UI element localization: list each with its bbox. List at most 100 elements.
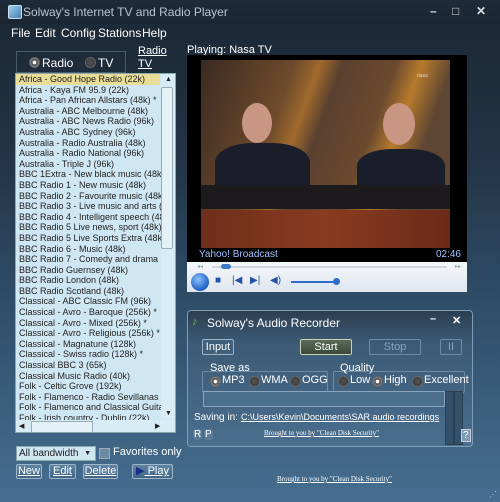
play-button[interactable]: ▶ Play	[132, 464, 173, 479]
station-item[interactable]: BBC Radio 7 - Comedy and drama (48k)	[16, 254, 175, 265]
radio-mode-tv[interactable]	[85, 57, 96, 68]
footer-credit-link[interactable]: Brought to you by "Clean Disk Security"	[277, 475, 392, 483]
station-item[interactable]: Folk - Flamenco - Radio Sevillanas (48k)	[16, 392, 175, 403]
previous-icon[interactable]: |◀	[232, 275, 242, 286]
scroll-thumb[interactable]	[161, 87, 173, 249]
radio-link[interactable]: Radio	[138, 45, 167, 57]
station-item[interactable]: BBC Radio Guernsey (48k)	[16, 265, 175, 276]
bandwidth-select[interactable]: All bandwidth ▼	[16, 446, 96, 461]
menu-file[interactable]: File	[11, 26, 30, 40]
play-pause-button[interactable]	[191, 273, 209, 291]
volume-knob[interactable]	[333, 278, 340, 285]
pause-button[interactable]: II	[440, 339, 462, 355]
station-item[interactable]: BBC 1Extra - New black music (48k)	[16, 169, 175, 180]
excellent-label[interactable]: Excellent	[424, 374, 469, 386]
scroll-right-icon[interactable]: ▶	[155, 422, 160, 430]
hscroll-thumb[interactable]	[31, 421, 93, 432]
mp3-label[interactable]: MP3	[222, 374, 245, 386]
station-item[interactable]: BBC Radio 1 - New music (48k)	[16, 180, 175, 191]
horizontal-scrollbar[interactable]: ◀ ▶	[16, 420, 175, 432]
radio-mode-radio[interactable]	[29, 57, 40, 68]
station-item[interactable]: BBC Radio 2 - Favourite music (48k)	[16, 191, 175, 202]
station-item[interactable]: Australia - ABC Sydney (96k)	[16, 127, 175, 138]
station-item[interactable]: BBC Radio 5 Live news, sport (48k)	[16, 222, 175, 233]
station-item[interactable]: Classical - Magnatune (128k)	[16, 339, 175, 350]
station-item[interactable]: Classical - ABC Classic FM (96k)	[16, 296, 175, 307]
r-button[interactable]: R	[193, 429, 203, 440]
p-button[interactable]: P	[204, 429, 213, 440]
ogg-label[interactable]: OGG	[302, 374, 328, 386]
low-label[interactable]: Low	[350, 374, 370, 386]
station-item[interactable]: Australia - Triple J (96k)	[16, 159, 175, 170]
radio-mode-tv-label[interactable]: TV	[98, 56, 113, 70]
station-item[interactable]: Classical Music Radio (40k)	[16, 371, 175, 382]
volume-icon[interactable]: ◀)	[270, 275, 281, 286]
fast-forward-icon[interactable]: ▸▸	[455, 263, 461, 270]
next-icon[interactable]: ▶|	[250, 275, 260, 286]
menu-edit[interactable]: Edit	[35, 26, 56, 40]
station-item[interactable]: BBC Radio 4 - Intelligent speech (48k)	[16, 212, 175, 223]
edit-button[interactable]: Edit	[49, 464, 76, 479]
station-item[interactable]: Folk - Flamenco and Classical Guitar (96…	[16, 402, 175, 413]
scroll-left-icon[interactable]: ◀	[19, 422, 24, 430]
radio-wma[interactable]	[249, 376, 260, 387]
station-list[interactable]: Africa - Good Hope Radio (22k) Africa - K…	[15, 73, 176, 433]
station-item[interactable]: Folk - Celtic Grove (192k)	[16, 381, 175, 392]
help-button[interactable]: ?	[461, 429, 471, 442]
station-item[interactable]: Classical - Avro - Religious (256k) *	[16, 328, 175, 339]
station-item[interactable]: BBC Radio London (48k)	[16, 275, 175, 286]
station-item[interactable]: Classical BBC 3 (65k)	[16, 360, 175, 371]
seek-bar[interactable]	[212, 264, 447, 269]
radio-mode-radio-label[interactable]: Radio	[42, 56, 73, 70]
resize-grip-icon[interactable]: ⋰	[489, 490, 497, 499]
scroll-down-icon[interactable]: ▼	[165, 410, 172, 417]
station-item[interactable]: BBC Radio Scotland (48k)	[16, 286, 175, 297]
favorites-label[interactable]: Favorites only	[113, 446, 181, 458]
radio-mp3[interactable]	[210, 376, 221, 387]
recorder-credit-link[interactable]: Brought to you by "Clean Disk Security"	[264, 429, 379, 437]
vertical-scrollbar[interactable]: ▲ ▼	[161, 74, 175, 419]
station-item[interactable]: Africa - Kaya FM 95.9 (22k)	[16, 85, 175, 96]
station-item[interactable]: BBC Radio 5 Live Sports Extra (48k)	[16, 233, 175, 244]
maximize-button[interactable]: □	[452, 4, 459, 18]
tv-link[interactable]: TV	[138, 58, 152, 70]
station-item[interactable]: BBC Radio 6 - Music (48k)	[16, 244, 175, 255]
close-button[interactable]: ✕	[476, 4, 486, 18]
delete-button[interactable]: Delete	[83, 464, 118, 479]
saving-path-link[interactable]: C:\Users\Kevin\Documents\SAR audio recor…	[241, 412, 439, 422]
radio-low[interactable]	[338, 376, 349, 387]
stop-icon[interactable]: ■	[215, 275, 221, 286]
recorder-close-button[interactable]: ✕	[452, 314, 461, 327]
scroll-up-icon[interactable]: ▲	[165, 76, 172, 83]
station-item[interactable]: Classical - Avro - Mixed (256k) *	[16, 318, 175, 329]
start-button[interactable]: Start	[300, 339, 352, 355]
seek-knob[interactable]	[221, 264, 231, 269]
new-button[interactable]: New	[16, 464, 42, 479]
minimize-button[interactable]: –	[430, 4, 437, 18]
wma-label[interactable]: WMA	[261, 374, 288, 386]
menu-config[interactable]: Config	[61, 26, 96, 40]
input-button[interactable]: Input	[202, 339, 234, 355]
station-item[interactable]: BBC Radio 3 - Live music and arts (48k)	[16, 201, 175, 212]
menu-stations[interactable]: Stations	[98, 26, 141, 40]
radio-ogg[interactable]	[290, 376, 301, 387]
radio-high[interactable]	[372, 376, 383, 387]
stop-button[interactable]: Stop	[369, 339, 421, 355]
high-label[interactable]: High	[384, 374, 407, 386]
favorites-checkbox[interactable]	[99, 448, 110, 459]
station-item[interactable]: Australia - Radio Australia (48k)	[16, 138, 175, 149]
station-item[interactable]: Africa - Good Hope Radio (22k)	[16, 74, 160, 85]
station-item[interactable]: Classical - Swiss radio (128k) *	[16, 349, 175, 360]
station-item[interactable]: Africa - Pan African Allstars (48k) *	[16, 95, 175, 106]
radio-excellent[interactable]	[412, 376, 423, 387]
station-item[interactable]: Australia - ABC News Radio (96k)	[16, 116, 175, 127]
rewind-icon[interactable]: ◂◂	[197, 263, 203, 270]
video-display[interactable]: nasa Yahoo! Broadcast 02:46	[187, 55, 467, 262]
station-item[interactable]: Australia - ABC Melbourne (48k)	[16, 106, 175, 117]
recorder-minimize-button[interactable]: –	[430, 313, 436, 325]
menu-help[interactable]: Help	[142, 26, 167, 40]
station-item[interactable]: Australia - Radio National (96k)	[16, 148, 175, 159]
volume-slider[interactable]	[291, 281, 333, 283]
station-item[interactable]: Classical - Avro - Baroque (256k) *	[16, 307, 175, 318]
video-podium	[201, 210, 450, 248]
